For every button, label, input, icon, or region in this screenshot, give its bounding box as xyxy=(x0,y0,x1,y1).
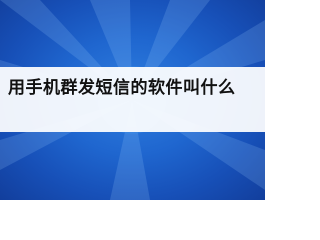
title-banner: 用手机群发短信的软件叫什么 xyxy=(0,67,265,132)
article-title[interactable]: 用手机群发短信的软件叫什么 xyxy=(8,78,257,99)
